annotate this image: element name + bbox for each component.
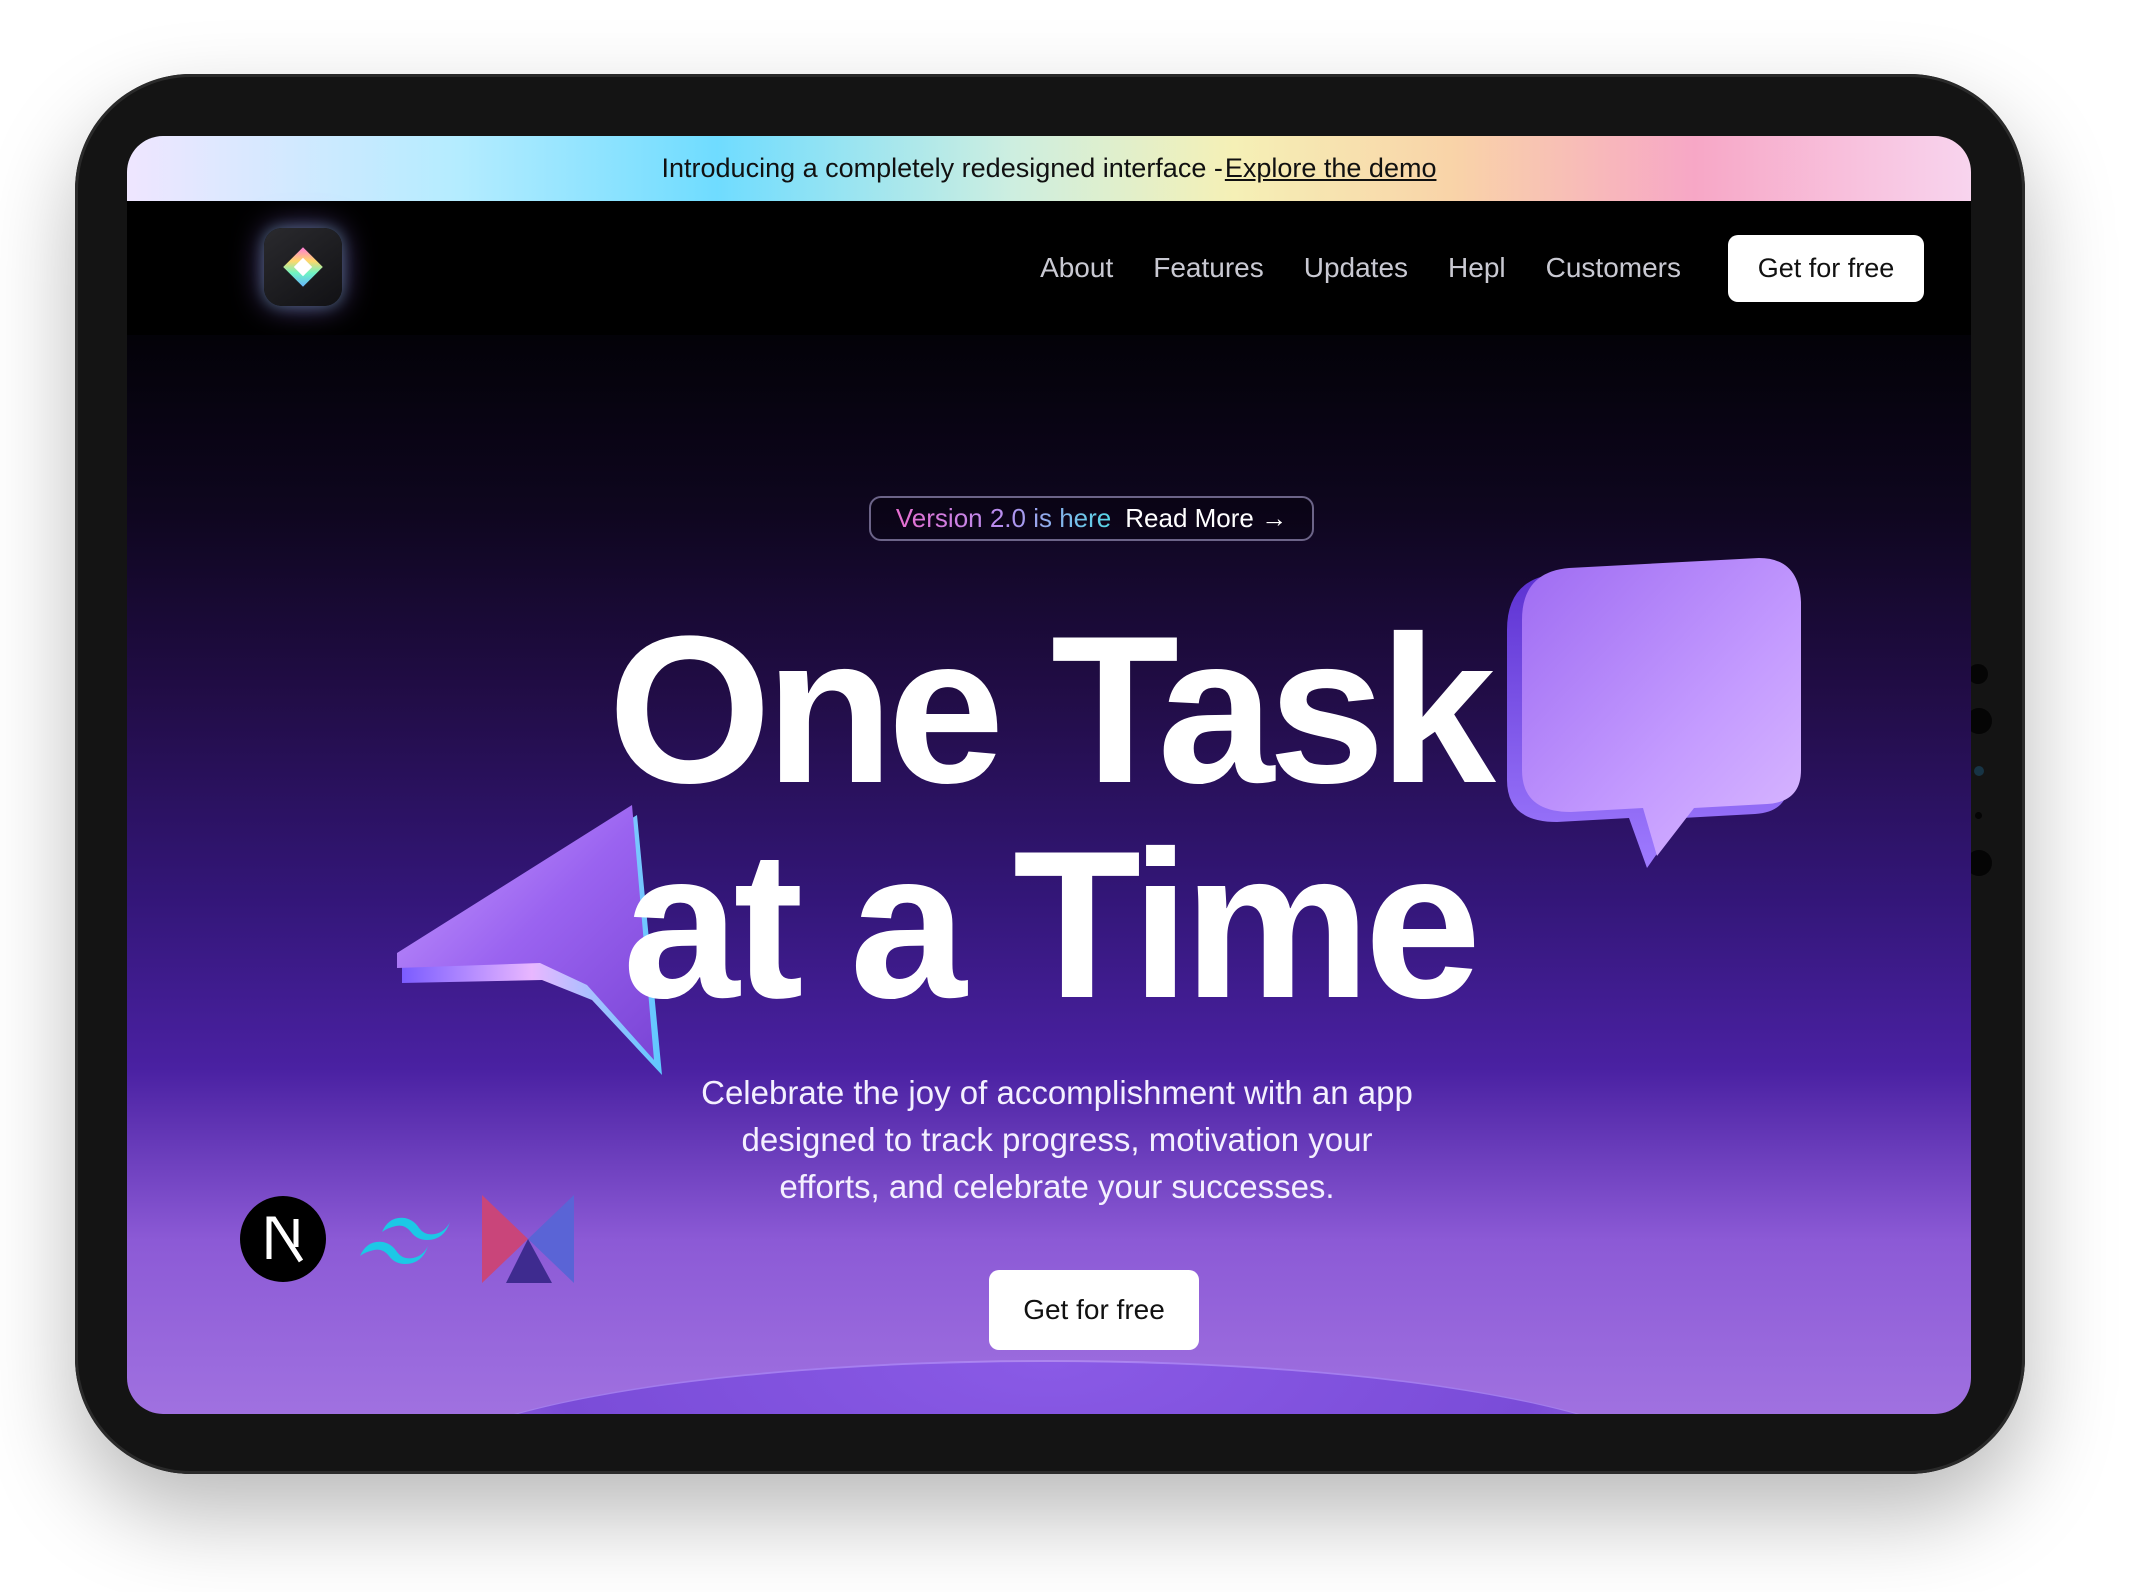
nav-help[interactable]: Hepl [1448,252,1506,284]
nav-customers[interactable]: Customers [1546,252,1681,284]
hero-subtitle: Celebrate the joy of accomplishment with… [701,1074,1413,1205]
nextjs-icon [240,1196,326,1282]
chat-bubble-icon [1507,558,1801,868]
kotlin-icon [482,1195,574,1283]
nav-links: About Features Updates Hepl Customers [1040,201,1681,335]
sensor-dot [1975,812,1982,819]
announcement-banner: Introducing a completely redesigned inte… [127,136,1971,201]
get-for-free-hero-button[interactable]: Get for free [989,1270,1199,1350]
read-more-link[interactable]: Read More → [1125,503,1287,534]
nav-features[interactable]: Features [1153,252,1264,284]
arrow-right-icon: → [1261,503,1288,533]
version-label: Version 2.0 is here [895,503,1112,533]
get-for-free-nav-button[interactable]: Get for free [1728,235,1924,302]
screen: Introducing a completely redesigned inte… [127,136,1971,1414]
sensor-dot [1974,766,1984,776]
diamond-logo-icon [283,247,323,287]
top-navigation: About Features Updates Hepl Customers Ge… [127,201,1971,336]
version-announcement-pill[interactable]: Version 2.0 is here Read More → [869,496,1314,541]
banner-text: Introducing a completely redesigned inte… [661,153,1223,183]
explore-demo-link[interactable]: Explore the demo [1225,153,1437,184]
nav-about[interactable]: About [1040,252,1113,284]
app-logo[interactable] [264,228,342,306]
sensor-dot [1968,664,1988,684]
tailwind-icon [360,1217,450,1264]
horizon-glow [407,1360,1687,1414]
read-more-label: Read More [1125,503,1254,533]
nav-updates[interactable]: Updates [1304,252,1408,284]
hero-section: Version 2.0 is here Read More → One Task [127,335,1971,1414]
